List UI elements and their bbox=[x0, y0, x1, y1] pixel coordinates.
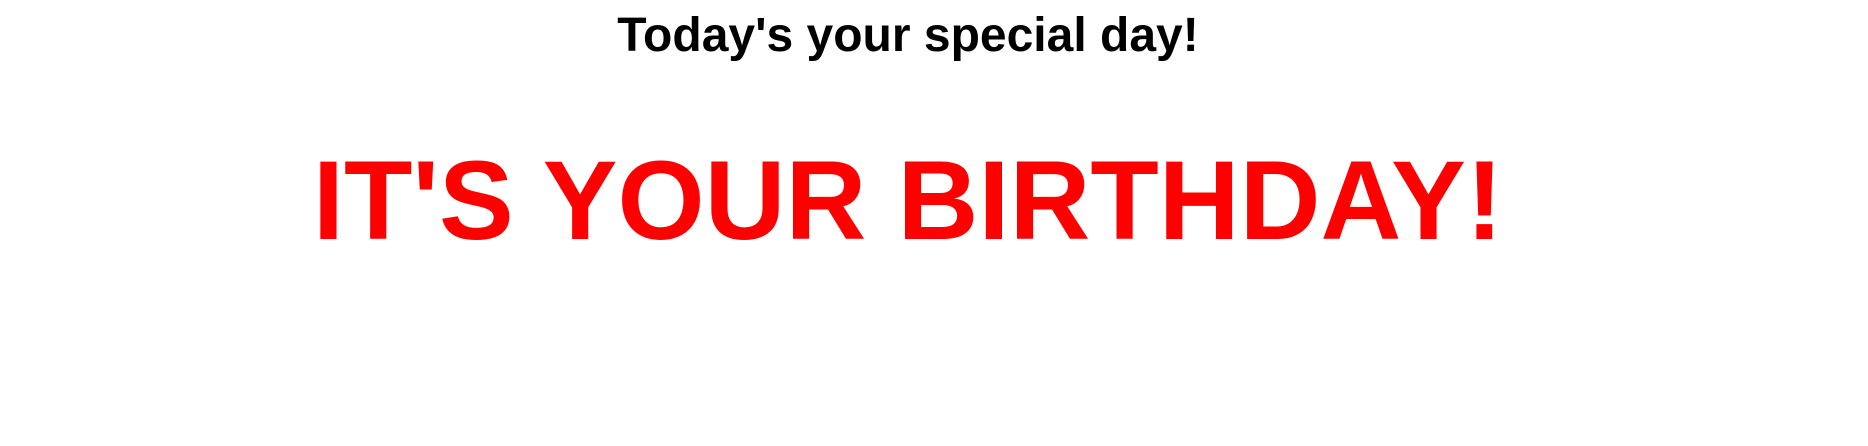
subtitle-text: Today's your special day! bbox=[617, 9, 1199, 62]
page: Today's your special day! IT'S YOUR BIRT… bbox=[0, 0, 1868, 446]
birthday-headline: IT'S YOUR BIRTHDAY! bbox=[312, 138, 1504, 263]
